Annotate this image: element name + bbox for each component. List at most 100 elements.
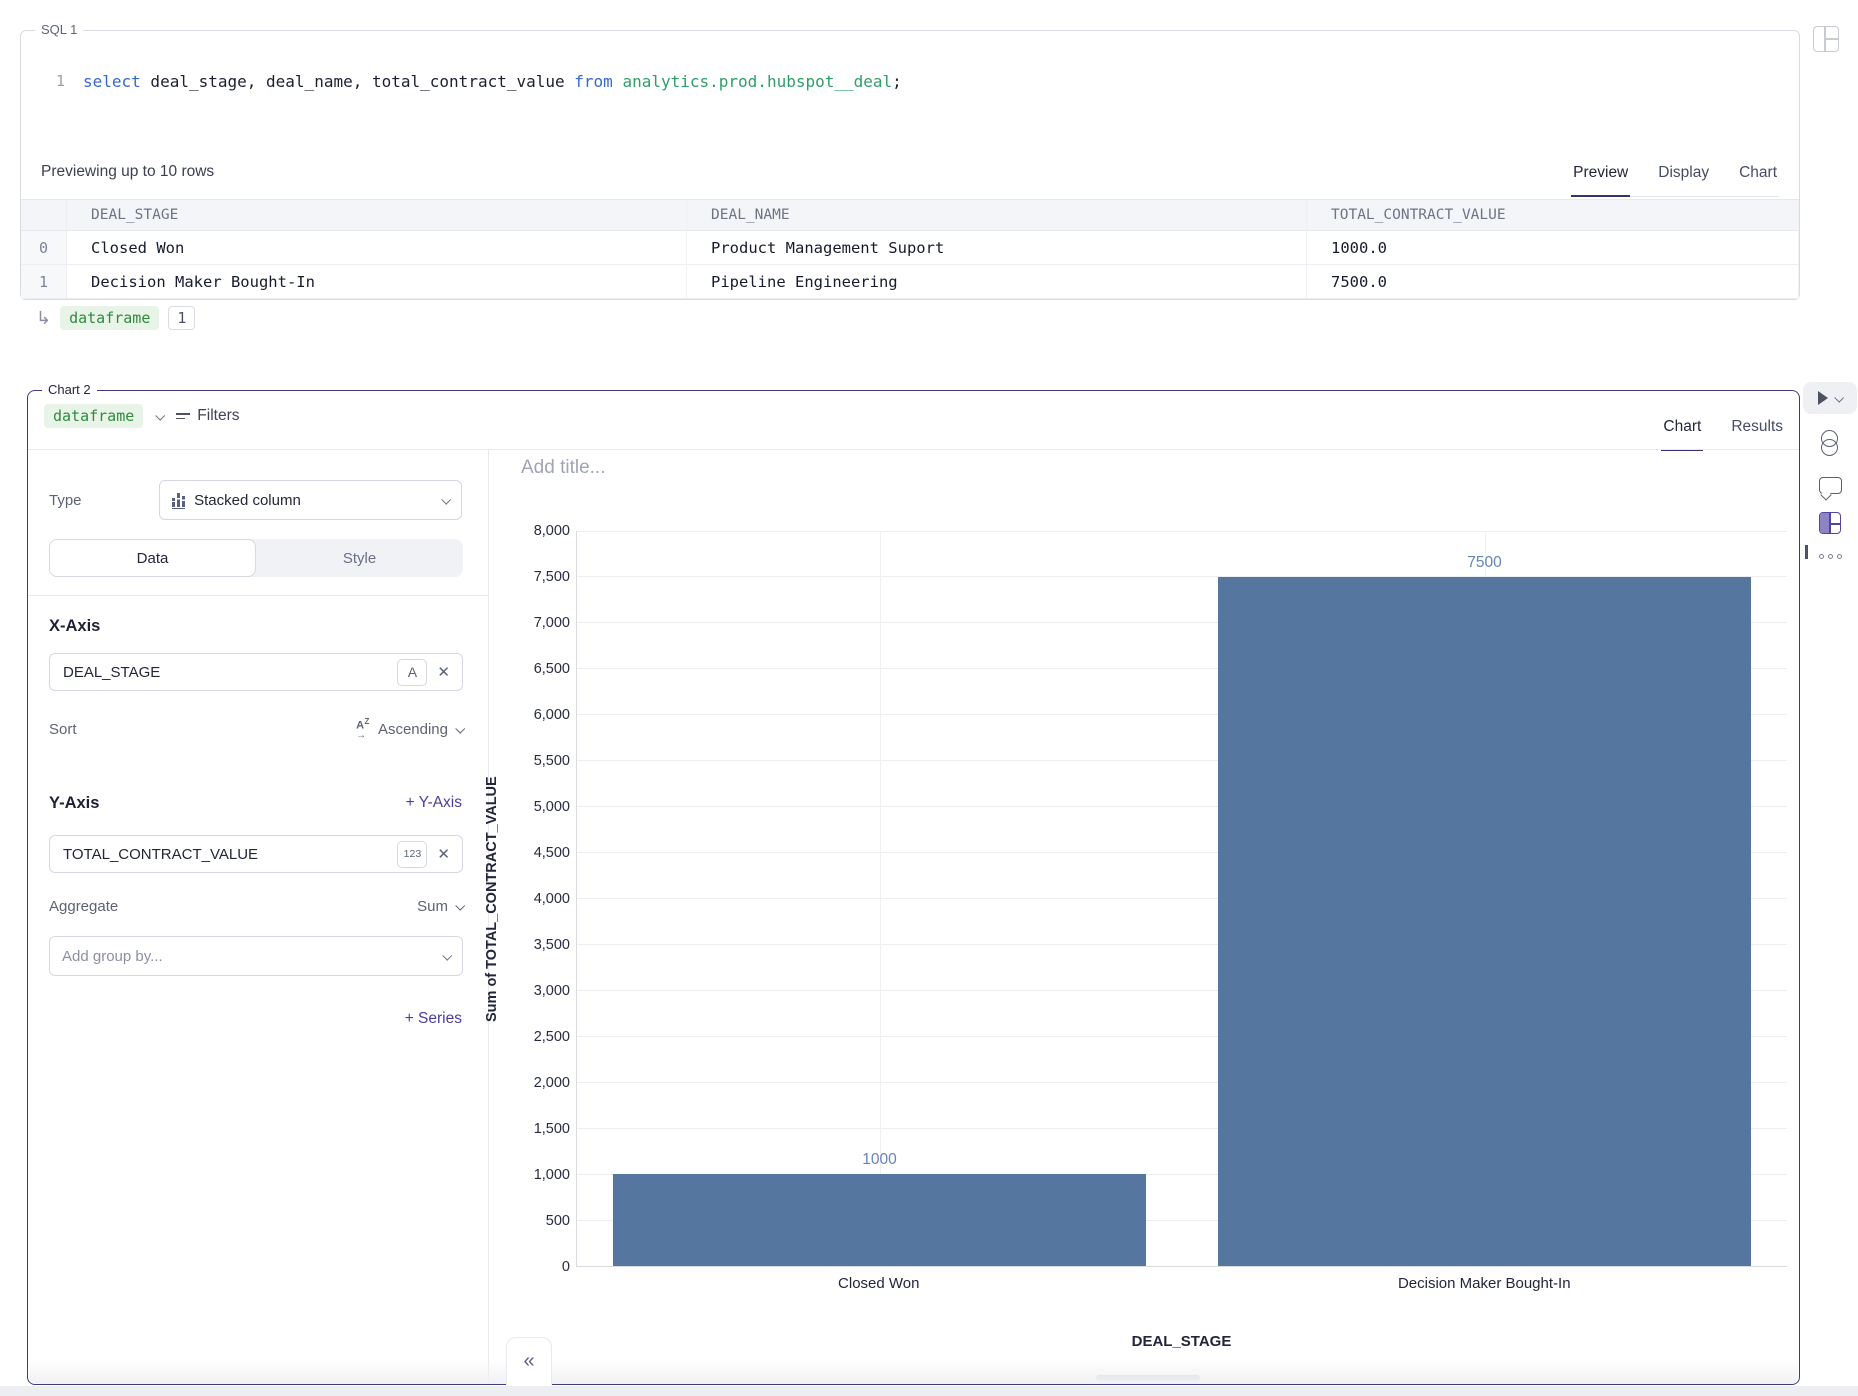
stacked-column-icon xyxy=(172,491,186,509)
y-tick-label: 2,000 xyxy=(502,1075,570,1091)
category-band: 7500 xyxy=(1182,531,1787,1266)
sql-editor[interactable]: 1 select deal_stage, deal_name, total_co… xyxy=(21,61,902,101)
tab-chart[interactable]: Chart xyxy=(1737,163,1779,197)
aggregate-label: Aggregate xyxy=(49,898,118,915)
y-tick-label: 7,500 xyxy=(502,569,570,585)
chart-source-badge[interactable]: dataframe xyxy=(44,404,143,428)
table-row: 1 Decision Maker Bought-In Pipeline Engi… xyxy=(21,265,1799,299)
column-header-total-contract-value[interactable]: TOTAL_CONTRACT_VALUE xyxy=(1307,200,1799,230)
line-number: 1 xyxy=(21,72,83,90)
y-tick-label: 1,500 xyxy=(502,1121,570,1137)
x-axis-heading: X-Axis xyxy=(49,617,100,636)
y-tick-label: 4,500 xyxy=(502,845,570,861)
filters-button[interactable]: Filters xyxy=(176,407,239,425)
layout-panel-icon[interactable] xyxy=(1813,26,1839,52)
row-index: 1 xyxy=(21,265,67,298)
sort-label: Sort xyxy=(49,721,77,738)
cell-total-contract-value: 7500.0 xyxy=(1307,265,1799,298)
x-field-name: DEAL_STAGE xyxy=(63,664,389,681)
aggregate-row: Aggregate Sum xyxy=(49,898,463,915)
chevron-down-icon xyxy=(441,494,451,504)
y-tick-label: 5,000 xyxy=(502,799,570,815)
tab-preview[interactable]: Preview xyxy=(1571,163,1630,197)
add-series-button[interactable]: + Series xyxy=(405,1010,462,1028)
run-cell-button[interactable] xyxy=(1803,382,1857,414)
group-by-select[interactable]: Add group by... xyxy=(49,936,463,976)
y-tick-label: 8,000 xyxy=(502,523,570,539)
x-tick-label: Decision Maker Bought-In xyxy=(1182,1275,1788,1292)
sql-keyword-from: from xyxy=(574,72,613,91)
x-axis-field[interactable]: DEAL_STAGE A ✕ xyxy=(49,653,463,691)
chart-view-tabs: Chart Results xyxy=(1661,417,1785,450)
string-type-badge[interactable]: A xyxy=(397,659,427,686)
chart-type-value: Stacked column xyxy=(194,492,433,509)
tab-display[interactable]: Display xyxy=(1656,163,1711,197)
table-header-row: DEAL_STAGE DEAL_NAME TOTAL_CONTRACT_VALU… xyxy=(21,200,1799,231)
comment-icon[interactable] xyxy=(1819,477,1842,494)
chart-type-select[interactable]: Stacked column xyxy=(159,480,462,520)
collapse-config-button[interactable]: « xyxy=(506,1337,552,1385)
dataframe-output-badge[interactable]: dataframe xyxy=(60,306,159,330)
data-style-segmented-control: Data Style xyxy=(49,539,463,577)
split-layout-icon[interactable] xyxy=(1819,512,1841,534)
sql-columns: deal_stage, deal_name, total_contract_va… xyxy=(141,72,574,91)
x-tick-label: Closed Won xyxy=(576,1275,1182,1292)
tab-style[interactable]: Style xyxy=(256,539,463,577)
cell-deal-name: Pipeline Engineering xyxy=(687,265,1307,298)
x-axis-title: DEAL_STAGE xyxy=(576,1333,1787,1350)
preview-table: DEAL_STAGE DEAL_NAME TOTAL_CONTRACT_VALU… xyxy=(21,199,1799,299)
y-tick-label: 500 xyxy=(502,1213,570,1229)
sql-output-row: ↳ dataframe 1 xyxy=(36,306,195,330)
horizontal-scrollbar[interactable] xyxy=(1096,1375,1200,1381)
y-tick-label: 6,500 xyxy=(502,661,570,677)
y-tick-label: 0 xyxy=(502,1259,570,1275)
chart-cell: Chart 2 dataframe Filters Chart Results … xyxy=(27,390,1800,1385)
column-header-deal-name[interactable]: DEAL_NAME xyxy=(687,200,1307,230)
cell-deal-stage: Decision Maker Bought-In xyxy=(67,265,687,298)
linked-cells-icon[interactable] xyxy=(1821,430,1840,457)
y-tick-label: 3,500 xyxy=(502,937,570,953)
remove-y-field-icon[interactable]: ✕ xyxy=(435,843,452,865)
row-index: 0 xyxy=(21,231,67,264)
chevron-down-icon xyxy=(442,950,452,960)
y-field-name: TOTAL_CONTRACT_VALUE xyxy=(63,846,389,863)
more-options-icon[interactable] xyxy=(1819,554,1842,559)
tab-results-view[interactable]: Results xyxy=(1729,417,1785,451)
type-label: Type xyxy=(49,492,82,509)
run-icon xyxy=(1818,391,1828,405)
chevron-down-icon[interactable] xyxy=(156,410,166,420)
plot-area: 10007500 xyxy=(576,531,1787,1267)
sql-keyword-select: select xyxy=(83,72,141,91)
remove-x-field-icon[interactable]: ✕ xyxy=(435,661,452,683)
chart-config-panel: Type Stacked column Data Style X-Axis DE… xyxy=(28,450,489,1383)
filters-label: Filters xyxy=(197,407,239,425)
sort-order-select[interactable]: AZ→ Ascending xyxy=(356,718,463,741)
y-tick-label: 1,000 xyxy=(502,1167,570,1183)
tab-data[interactable]: Data xyxy=(49,539,256,577)
output-arrow-icon: ↳ xyxy=(36,309,51,327)
column-header-deal-stage[interactable]: DEAL_STAGE xyxy=(67,200,687,230)
sql-cell: SQL 1 1 select deal_stage, deal_name, to… xyxy=(20,30,1800,300)
y-axis-field[interactable]: TOTAL_CONTRACT_VALUE 123 ✕ xyxy=(49,835,463,873)
chart-title-input[interactable]: Add title... xyxy=(521,457,606,479)
add-y-axis-button[interactable]: + Y-Axis xyxy=(406,794,462,812)
sort-alpha-icon: AZ→ xyxy=(356,718,370,741)
cell-side-toolbar xyxy=(1802,382,1858,559)
cell-deal-name: Product Management Suport xyxy=(687,231,1307,264)
run-options-chevron-icon[interactable] xyxy=(1834,392,1844,402)
y-tick-label: 3,000 xyxy=(502,983,570,999)
y-tick-label: 6,000 xyxy=(502,707,570,723)
bars-container: 10007500 xyxy=(577,531,1787,1266)
group-by-placeholder: Add group by... xyxy=(62,948,163,965)
tab-chart-view[interactable]: Chart xyxy=(1661,417,1703,451)
cell-deal-stage: Closed Won xyxy=(67,231,687,264)
bar-value-label: 1000 xyxy=(577,1151,1182,1169)
filter-icon xyxy=(176,413,190,420)
notebook-page: SQL 1 1 select deal_stage, deal_name, to… xyxy=(0,0,1858,1396)
number-type-badge[interactable]: 123 xyxy=(397,841,427,868)
bar xyxy=(613,1174,1145,1266)
aggregate-value: Sum xyxy=(417,898,448,915)
y-tick-label: 7,000 xyxy=(502,615,570,631)
aggregate-select[interactable]: Sum xyxy=(417,898,463,915)
chevron-down-icon xyxy=(455,901,465,911)
